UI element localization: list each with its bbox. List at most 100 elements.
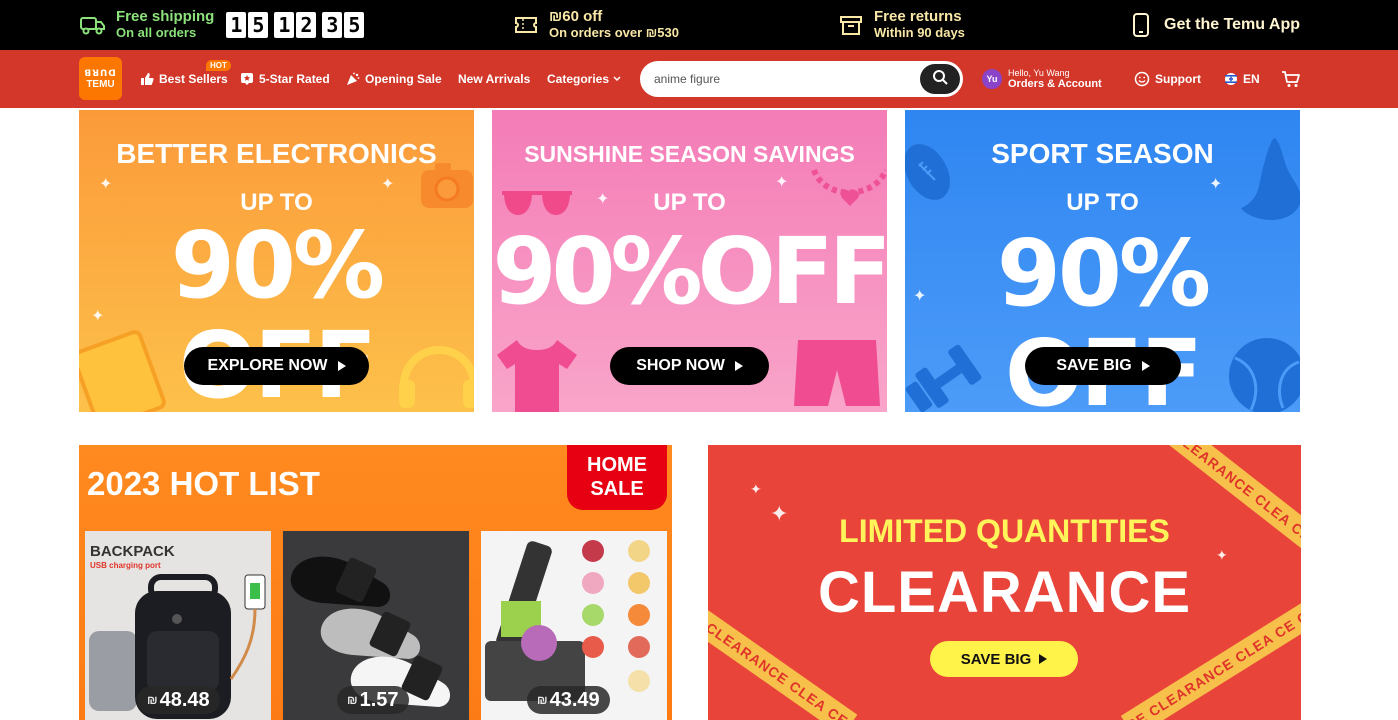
ticket-icon [513,12,539,38]
sparkle-icon: ✦ [750,481,762,497]
account-menu[interactable]: Yu Hello, Yu Wang Orders & Account [982,50,1102,108]
product-card-socks[interactable]: ₪ 1.57 [283,531,469,720]
play-arrow-icon [337,361,346,371]
best-sellers-label: Best Sellers [159,72,228,86]
sport-upto: UP TO [1066,189,1139,216]
play-arrow-icon [1039,654,1048,664]
electronics-banner[interactable]: ✦ ✦ ✦ BETTER ELECTRONICS UP TO 90% OFF E… [79,110,474,412]
timer-digit: 1 [226,12,247,38]
temu-logo[interactable]: ꓭꓤꓵꓷ TEMU [79,57,122,100]
nav-new-arrivals[interactable]: New Arrivals [458,50,530,108]
timer-digit: 3 [322,12,343,38]
search-icon [932,69,948,90]
nav-bar: ꓭꓤꓵꓷ TEMU Best Sellers HOT 5-Star Rated … [0,50,1398,108]
sunshine-banner[interactable]: ✦ ✦ SUNSHINE SEASON SAVINGS UP TO 90%OFF… [492,110,887,412]
chevron-down-icon [613,76,621,82]
nav-categories[interactable]: Categories [547,50,626,108]
product-price: 43.49 [549,688,600,711]
get-app-promo[interactable]: Get the Temu App [1128,0,1300,50]
categories-label: Categories [547,72,610,86]
hot-list-title: 2023 HOT LIST [87,465,320,502]
backpack-label: BACKPACK [90,543,175,560]
support-label: Support [1155,72,1201,86]
opening-sale-label: Opening Sale [365,72,442,86]
clearance-subtitle: LIMITED QUANTITIES [839,513,1170,549]
orders-account-label: Orders & Account [1008,78,1102,90]
countdown-timer: 1 5 1 2 3 5 [226,12,366,38]
clearance-banner[interactable]: CE CLEARANCE CLEA CE CLEARANCE CLEA CE C… [708,445,1301,720]
party-popper-icon [346,72,360,86]
timer-digit: 2 [296,12,317,38]
timer-digit: 1 [274,12,295,38]
timer-digit: 5 [248,12,269,38]
flag-icon [1224,72,1238,86]
avatar: Yu [982,69,1002,89]
home-sale-line: HOME [587,454,647,476]
electronics-title: BETTER ELECTRONICS [116,138,437,169]
price-tag: ₪ 48.48 [137,686,220,714]
product-price: 1.57 [359,688,399,711]
shipping-subtitle: On all orders [116,25,197,40]
support-link[interactable]: Support [1134,50,1201,108]
explore-now-button[interactable]: EXPLORE NOW [184,347,369,385]
clearance-title: CLEARANCE [817,560,1192,625]
logo-glyphs: ꓭꓤꓵꓷ [84,67,117,78]
shop-now-label: SHOP NOW [636,357,725,374]
coupon-title: ₪60 off [549,8,603,25]
tshirt-icon [497,340,577,412]
clearance-button-label: SAVE BIG [960,650,1032,668]
backpack-sublabel: USB charging port [90,561,161,570]
box-icon [838,12,864,38]
free-shipping-promo[interactable]: Free shipping On all orders 1 5 1 2 3 5 [80,0,366,50]
hot-list-banner[interactable]: 2023 HOT LIST HOME SALE BACKPACK USB cha… [79,445,672,720]
explore-now-label: EXPLORE NOW [207,357,328,374]
home-sale-line: SALE [590,478,644,500]
nav-best-sellers[interactable]: Best Sellers HOT [140,50,231,108]
hot-badge: HOT [206,60,231,71]
smiley-support-icon [1134,71,1150,87]
save-big-button[interactable]: SAVE BIG [1025,347,1181,385]
shorts-icon [794,340,880,406]
currency-symbol: ₪ [347,693,358,707]
home-sale-badge: HOME SALE [567,445,667,510]
currency-symbol: ₪ [147,693,158,707]
language-selector[interactable]: EN [1224,50,1260,108]
product-price: 48.48 [159,688,210,711]
new-arrivals-label: New Arrivals [458,72,531,86]
cart-icon [1281,70,1301,88]
returns-title: Free returns [874,8,962,25]
sunshine-discount: 90%OFF [492,218,887,325]
returns-subtitle: Within 90 days [874,25,965,40]
five-star-label: 5-Star Rated [259,72,330,86]
nav-five-star[interactable]: 5-Star Rated [240,50,330,108]
nav-opening-sale[interactable]: Opening Sale [346,50,442,108]
coupon-subtitle: On orders over ₪530 [549,25,679,40]
phone-icon [1128,12,1154,38]
search-button[interactable] [920,64,960,94]
clearance-save-big-button[interactable]: SAVE BIG [930,641,1078,677]
language-label: EN [1243,72,1260,86]
play-arrow-icon [1141,361,1150,371]
product-card-chopper[interactable]: ₪ 43.49 [481,531,667,720]
truck-icon [80,12,106,38]
shipping-title: Free shipping [116,8,215,25]
cart-button[interactable] [1281,50,1306,108]
free-returns-promo[interactable]: Free returns Within 90 days [838,0,965,50]
price-tag: ₪ 1.57 [337,686,409,714]
search-bar [640,61,963,97]
sunshine-title: SUNSHINE SEASON SAVINGS [524,141,855,167]
coupon-promo[interactable]: ₪60 off On orders over ₪530 [513,0,679,50]
star-badge-icon [240,72,254,86]
promo-bar: Free shipping On all orders 1 5 1 2 3 5 … [0,0,1398,50]
timer-digit: 5 [344,12,365,38]
get-app-label: Get the Temu App [1164,16,1300,33]
currency-symbol: ₪ [537,693,548,707]
search-input[interactable] [654,64,924,94]
thumbs-up-icon [140,72,154,86]
sport-banner[interactable]: ✦ ✦ SPORT SEASON UP TO 90% OFF SAVE BIG [905,110,1300,412]
product-card-backpack[interactable]: BACKPACK USB charging port ₪ 48.48 [85,531,271,720]
play-arrow-icon [734,361,743,371]
price-tag: ₪ 43.49 [527,686,610,714]
sunshine-upto: UP TO [653,189,726,216]
shop-now-button[interactable]: SHOP NOW [610,347,769,385]
